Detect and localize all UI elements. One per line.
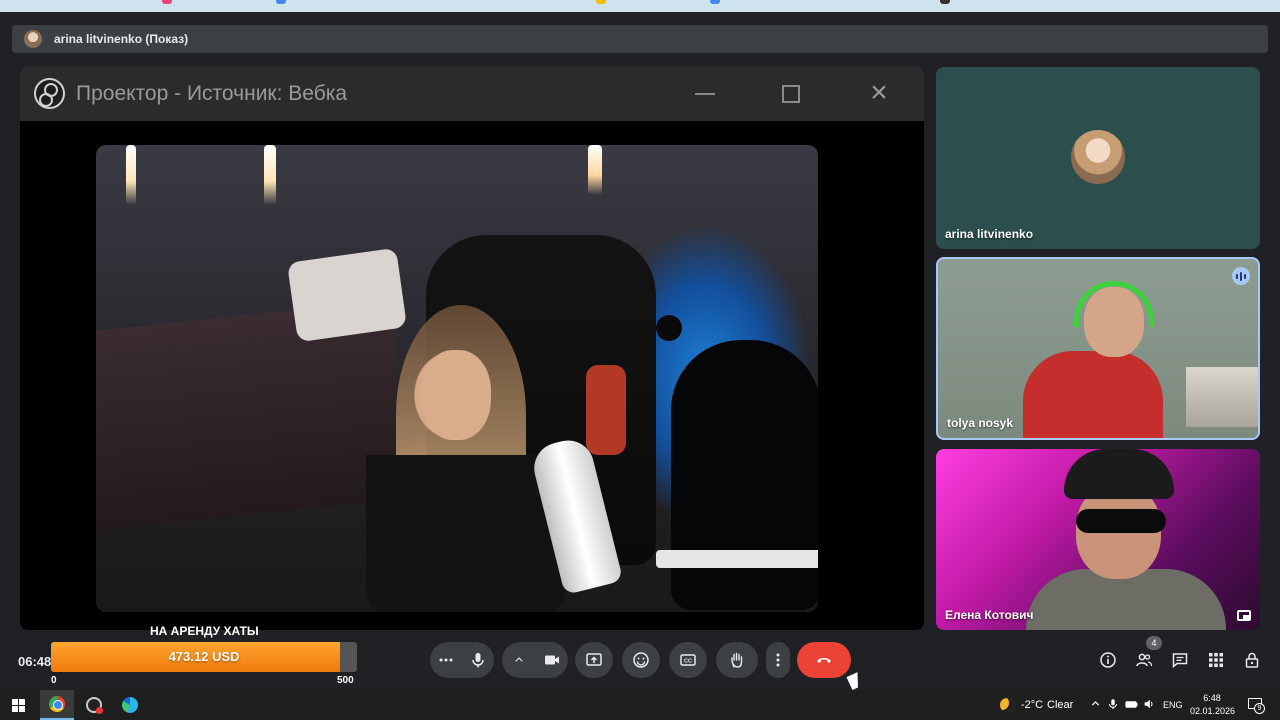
activities-icon[interactable] [1206, 650, 1226, 670]
notification-count: 9 [1254, 703, 1265, 714]
svg-text:CC: CC [684, 659, 692, 665]
presenter-avatar [24, 30, 42, 48]
donation-min: 0 [51, 675, 57, 686]
donation-progress-bar: 473.12 USD [51, 642, 357, 672]
participant-tile[interactable]: Елена Котович [936, 449, 1260, 630]
picture-in-picture-icon[interactable] [1237, 610, 1251, 621]
taskbar-date: 02.01.2026 [1190, 706, 1236, 716]
microphone-tray-icon[interactable] [1106, 698, 1120, 712]
present-screen-button[interactable] [575, 642, 613, 678]
meeting-clock: 06:48 [18, 654, 52, 669]
participant-name: arina litvinenko [945, 227, 1034, 241]
more-vert-icon [776, 653, 780, 667]
captions-icon: CC [680, 654, 696, 666]
weather-description: Clear [1047, 699, 1074, 711]
mouse-cursor [846, 672, 864, 690]
obs-projector-titlebar: Проектор - Источник: Вебка × [20, 66, 924, 121]
video-control-group [502, 642, 568, 678]
people-count-badge: 4 [1146, 636, 1162, 650]
participant-name: tolya nosyk [947, 416, 1014, 430]
people-icon[interactable] [1134, 650, 1154, 670]
obs-window-title: Проектор - Источник: Вебка [76, 82, 348, 105]
donation-max: 500 [337, 675, 354, 686]
chevron-up-icon[interactable] [1088, 698, 1102, 712]
emoji-button[interactable] [622, 642, 660, 678]
more-vert-button[interactable] [766, 642, 790, 678]
more-options-icon[interactable] [430, 642, 462, 678]
start-button[interactable] [6, 690, 30, 720]
moon-icon [1000, 698, 1014, 712]
weather-widget[interactable] [998, 690, 1016, 720]
captions-button[interactable]: CC [669, 642, 707, 678]
participant-name: Елена Котович [945, 608, 1034, 622]
participant-tile-active-speaker[interactable]: tolya nosyk [936, 257, 1260, 440]
participant-tile[interactable]: arina litvinenko [936, 67, 1260, 249]
obs-logo-icon [34, 78, 65, 109]
notification-icon[interactable]: 9 [1248, 697, 1265, 714]
chat-icon[interactable] [1170, 650, 1190, 670]
maximize-icon [776, 80, 806, 108]
host-controls-icon[interactable] [1242, 650, 1262, 670]
chevron-up-icon[interactable] [502, 642, 535, 678]
obs-icon [86, 697, 103, 714]
weather-temperature: -2°C [1021, 699, 1044, 711]
taskbar-clock[interactable]: 6:48 02.01.2026 [1190, 692, 1236, 718]
tab-favicon [596, 0, 606, 4]
taskbar-obs[interactable] [80, 690, 108, 720]
participant-avatar [1071, 130, 1125, 184]
tab-favicon [940, 0, 950, 4]
edge-icon [122, 697, 138, 713]
camera-icon[interactable] [535, 642, 568, 678]
input-language[interactable]: ENG [1163, 690, 1183, 720]
chrome-icon [49, 696, 65, 712]
presenter-label: arina litvinenko (Показ) [54, 32, 189, 46]
meeting-info-icon[interactable] [1098, 650, 1118, 670]
minimize-icon [690, 80, 720, 108]
speaking-indicator-icon [1232, 267, 1250, 285]
hang-up-icon [817, 658, 831, 663]
presenter-banner: arina litvinenko (Показ) [12, 25, 1268, 53]
volume-icon[interactable] [1142, 698, 1156, 712]
raise-hand-button[interactable] [716, 642, 758, 678]
microphone-icon[interactable] [462, 642, 494, 678]
present-screen-icon [586, 653, 602, 666]
battery-icon[interactable] [1124, 698, 1138, 712]
raise-hand-icon [731, 652, 743, 668]
audio-control-group [430, 642, 494, 678]
browser-tab-strip [0, 0, 1280, 12]
presentation-tile[interactable]: Проектор - Источник: Вебка × [20, 66, 924, 630]
webcam-video-feed [96, 145, 818, 612]
tab-favicon [162, 0, 172, 4]
hang-up-button[interactable] [797, 642, 851, 678]
tab-favicon [710, 0, 720, 4]
emoji-icon [633, 652, 649, 668]
donation-goal-label: НА АРЕНДУ ХАТЫ [150, 624, 259, 638]
donation-amount: 473.12 USD [168, 649, 240, 664]
taskbar-time: 6:48 [1203, 693, 1221, 703]
taskbar-edge[interactable] [116, 690, 144, 720]
windows-logo-icon [11, 698, 25, 712]
close-icon: × [870, 76, 888, 109]
taskbar-chrome[interactable] [40, 690, 74, 720]
tab-favicon [276, 0, 286, 4]
windows-taskbar: -2°C Clear ENG 6:48 02.01.2026 9 [0, 690, 1280, 720]
